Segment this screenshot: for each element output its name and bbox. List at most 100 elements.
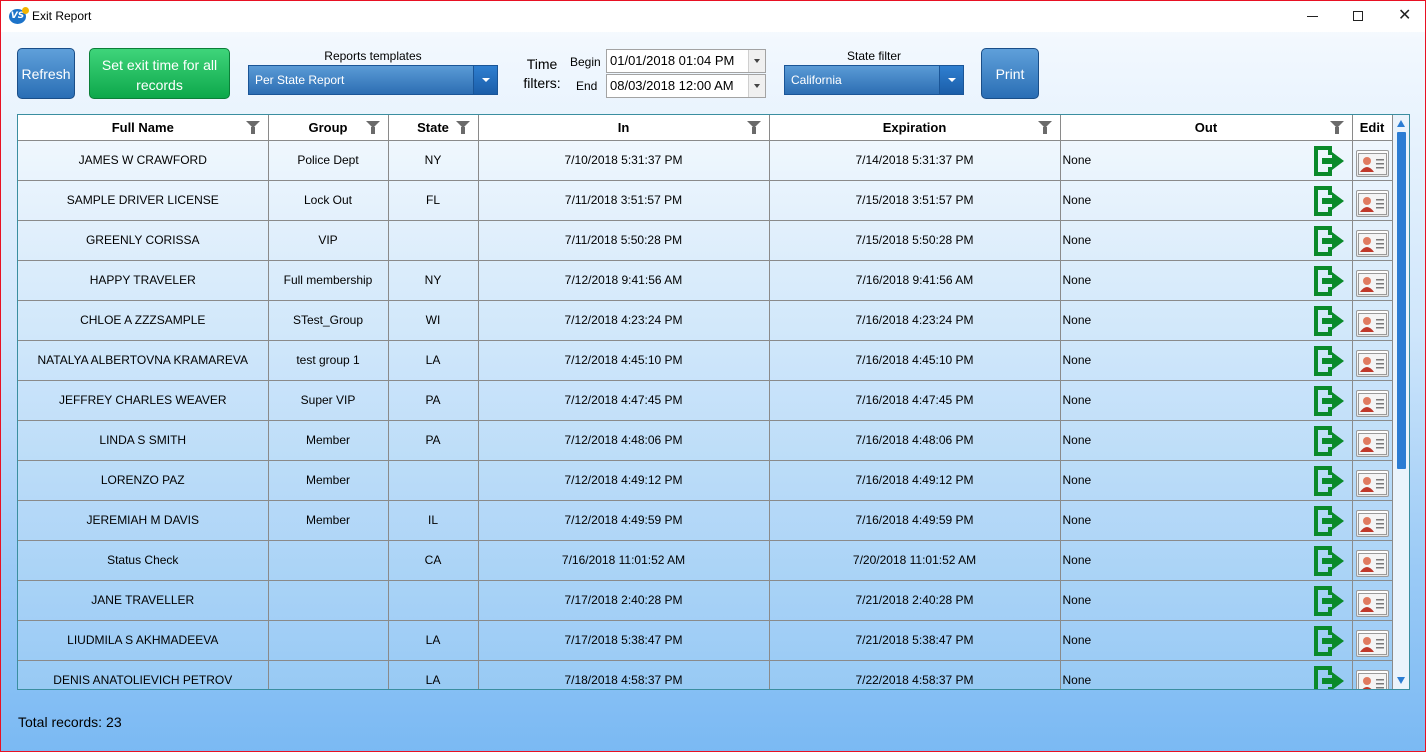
refresh-button[interactable]: Refresh [17, 48, 75, 99]
edit-record-button[interactable] [1355, 629, 1389, 657]
table-row[interactable]: JANE TRAVELLER 7/17/2018 2:40:28 PM 7/21/2… [18, 580, 1393, 621]
cell-full-name: LORENZO PAZ [18, 460, 269, 501]
edit-record-button[interactable] [1355, 269, 1389, 297]
begin-date-picker[interactable]: 01/01/2018 01:04 PM [606, 49, 766, 73]
cell-out-value: None [1062, 193, 1092, 207]
exit-door-icon[interactable] [1312, 144, 1346, 178]
app-logo: VS [9, 7, 29, 24]
table-row[interactable]: CHLOE A ZZZSAMPLE STest_Group WI 7/12/2018 … [18, 300, 1393, 341]
edit-record-button[interactable] [1355, 189, 1389, 217]
column-header-group[interactable]: Group [268, 115, 389, 141]
edit-record-button[interactable] [1355, 549, 1389, 577]
edit-record-button[interactable] [1355, 149, 1389, 177]
edit-record-button[interactable] [1355, 389, 1389, 417]
table-row[interactable]: NATALYA ALBERTOVNA KRAMAREVA test group 1… [18, 340, 1393, 381]
cell-state: LA [388, 620, 479, 661]
edit-record-button[interactable] [1355, 349, 1389, 377]
cell-out: None [1060, 540, 1353, 581]
column-header-out[interactable]: Out [1060, 115, 1353, 141]
cell-in: 7/12/2018 4:49:12 PM [478, 460, 770, 501]
exit-door-icon[interactable] [1312, 384, 1346, 418]
edit-record-button[interactable] [1355, 469, 1389, 497]
templates-dropdown[interactable]: Per State Report [248, 65, 498, 95]
begin-label: Begin [570, 55, 601, 69]
chevron-down-icon[interactable] [473, 66, 497, 94]
cell-expiration: 7/20/2018 11:01:52 AM [769, 540, 1061, 581]
window-title: Exit Report [32, 9, 92, 23]
exit-door-icon[interactable] [1312, 584, 1346, 618]
table-row[interactable]: LINDA S SMITH Member PA 7/12/2018 4:48:06 P… [18, 420, 1393, 461]
exit-door-icon[interactable] [1312, 504, 1346, 538]
cell-state: LA [388, 340, 479, 381]
id-card-icon [1357, 272, 1387, 295]
chevron-down-icon[interactable] [939, 66, 963, 94]
chevron-down-icon[interactable] [748, 75, 765, 97]
edit-record-button[interactable] [1355, 509, 1389, 537]
end-date-picker[interactable]: 08/03/2018 12:00 AM [606, 74, 766, 98]
id-card-icon [1357, 392, 1387, 415]
scroll-down-icon[interactable] [1397, 677, 1405, 684]
vertical-scrollbar[interactable] [1393, 115, 1409, 689]
scrollbar-thumb[interactable] [1397, 132, 1406, 469]
edit-record-button[interactable] [1355, 229, 1389, 257]
table-row[interactable]: JAMES W CRAWFORD Police Dept NY 7/10/2018 5… [18, 140, 1393, 181]
filter-icon[interactable] [1329, 121, 1344, 135]
exit-door-icon[interactable] [1312, 624, 1346, 658]
column-header-expiration[interactable]: Expiration [769, 115, 1061, 141]
table-row[interactable]: SAMPLE DRIVER LICENSE Lock Out FL 7/11/2018… [18, 180, 1393, 221]
filter-icon[interactable] [245, 121, 260, 135]
cell-out-value: None [1062, 433, 1092, 447]
cell-full-name: DENIS ANATOLIEVICH PETROV [18, 660, 269, 689]
state-filter-dropdown[interactable]: California [784, 65, 964, 95]
cell-out-value: None [1062, 673, 1092, 687]
table-row[interactable]: DENIS ANATOLIEVICH PETROV LA 7/18/2018 4:5… [18, 660, 1393, 689]
cell-group: Member [268, 500, 389, 541]
set-exit-time-button[interactable]: Set exit time for all records [89, 48, 230, 99]
table-row[interactable]: Status Check CA 7/16/2018 11:01:52 AM 7/20/… [18, 540, 1393, 581]
begin-date-value: 01/01/2018 01:04 PM [610, 53, 735, 68]
cell-in: 7/12/2018 4:49:59 PM [478, 500, 770, 541]
exit-door-icon[interactable] [1312, 224, 1346, 258]
maximize-button[interactable] [1335, 1, 1381, 32]
cell-out: None [1060, 220, 1353, 261]
edit-record-button[interactable] [1355, 589, 1389, 617]
edit-record-button[interactable] [1355, 669, 1389, 689]
table-row[interactable]: LORENZO PAZ Member 7/12/2018 4:49:12 PM 7/1… [18, 460, 1393, 501]
cell-in: 7/12/2018 4:47:45 PM [478, 380, 770, 421]
table-row[interactable]: JEFFREY CHARLES WEAVER Super VIP PA 7/12/20… [18, 380, 1393, 421]
cell-group [268, 620, 389, 661]
table-row[interactable]: HAPPY TRAVELER Full membership NY 7/12/2018… [18, 260, 1393, 301]
cell-group: VIP [268, 220, 389, 261]
exit-door-icon[interactable] [1312, 264, 1346, 298]
id-card-icon [1357, 432, 1387, 455]
exit-door-icon[interactable] [1312, 304, 1346, 338]
exit-door-icon[interactable] [1312, 544, 1346, 578]
scroll-up-icon[interactable] [1397, 120, 1405, 127]
cell-in: 7/11/2018 3:51:57 PM [478, 180, 770, 221]
exit-door-icon[interactable] [1312, 664, 1346, 689]
edit-record-button[interactable] [1355, 429, 1389, 457]
exit-door-icon[interactable] [1312, 344, 1346, 378]
chevron-down-icon[interactable] [748, 50, 765, 72]
edit-record-button[interactable] [1355, 309, 1389, 337]
table-row[interactable]: JEREMIAH M DAVIS Member IL 7/12/2018 4:49:5… [18, 500, 1393, 541]
table-row[interactable]: LIUDMILA S AKHMADEEVA LA 7/17/2018 5:38:47… [18, 620, 1393, 661]
print-button[interactable]: Print [981, 48, 1039, 99]
cell-edit [1352, 420, 1393, 461]
close-button[interactable]: ✕ [1381, 1, 1426, 32]
exit-door-icon[interactable] [1312, 424, 1346, 458]
filter-icon[interactable] [1037, 121, 1052, 135]
cell-out-value: None [1062, 473, 1092, 487]
filter-icon[interactable] [365, 121, 380, 135]
column-header-full-name[interactable]: Full Name [18, 115, 269, 141]
filter-icon[interactable] [746, 121, 761, 135]
table-row[interactable]: GREENLY CORISSA VIP 7/11/2018 5:50:28 PM 7/… [18, 220, 1393, 261]
column-header-in[interactable]: In [478, 115, 770, 141]
exit-door-icon[interactable] [1312, 184, 1346, 218]
minimize-button[interactable] [1289, 1, 1335, 32]
exit-door-icon[interactable] [1312, 464, 1346, 498]
column-header-state[interactable]: State [388, 115, 479, 141]
column-header-edit: Edit [1352, 115, 1393, 141]
filter-icon[interactable] [455, 121, 470, 135]
cell-group: test group 1 [268, 340, 389, 381]
